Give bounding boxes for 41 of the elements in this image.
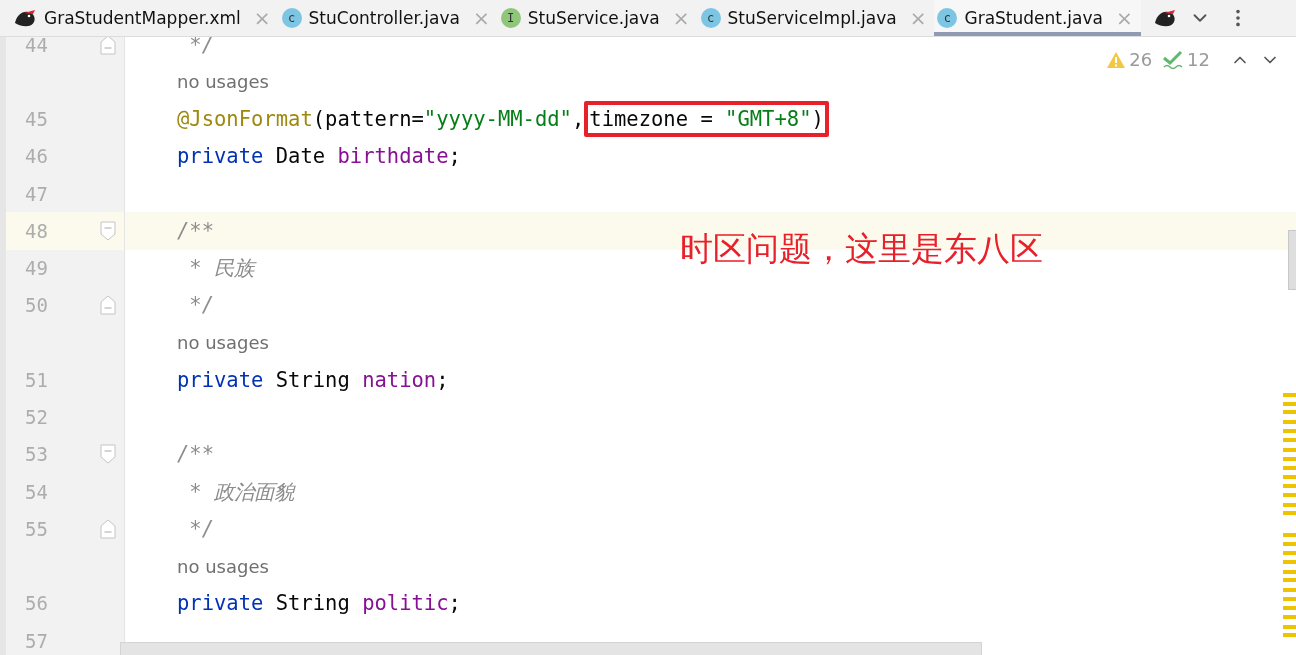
class-icon: c [937, 8, 958, 28]
code-text: /** [177, 218, 215, 243]
class-icon: c [281, 8, 302, 28]
code-text: */ [188, 516, 215, 541]
annotation-text: 时区问题，这里是东八区 [680, 228, 1043, 270]
editor-tab[interactable]: c StuController.java × [278, 0, 498, 36]
code-text: private Date birthdate; [177, 144, 461, 169]
usage-hint[interactable]: no usages [177, 71, 269, 93]
code-text: private String politic; [177, 591, 461, 616]
line-number: 47 [25, 182, 48, 205]
editor-tab[interactable]: GraStudentMapper.xml × [10, 0, 279, 36]
highlight-box: timezone = "GMT+8") [584, 101, 829, 138]
line-number: 49 [25, 257, 48, 280]
editor-tab[interactable]: I StuService.java × [497, 0, 698, 36]
typo-counter[interactable]: 12 [1162, 49, 1210, 70]
editor-tab[interactable]: c StuServiceImpl.java × [697, 0, 935, 36]
line-number: 51 [25, 368, 48, 391]
line-number: 44 [25, 37, 48, 56]
usage-hint[interactable]: no usages [177, 555, 269, 577]
line-number: 50 [25, 294, 48, 317]
class-icon: c [700, 8, 721, 28]
editor-tab[interactable]: c GraStudent.java × [934, 0, 1141, 36]
usage-hint[interactable]: no usages [177, 332, 269, 354]
interface-icon: I [500, 8, 521, 28]
line-number: 56 [25, 592, 48, 615]
code-text: /** [177, 442, 215, 467]
line-number: 53 [25, 443, 48, 466]
code-text: * 民族 [188, 255, 255, 283]
warning-counter[interactable]: 26 [1106, 49, 1153, 70]
code-text: private String nation; [177, 367, 449, 392]
code-text: */ [188, 293, 215, 318]
line-number: 54 [25, 480, 48, 503]
code-text: @JsonFormat(pattern="yyyy-MM-dd", [177, 107, 585, 132]
code-text: * 政治面貌 [188, 478, 295, 506]
code-text: */ [188, 37, 215, 57]
line-number: 46 [25, 145, 48, 168]
line-number: 45 [25, 108, 48, 131]
line-number: 55 [25, 517, 48, 540]
line-number: 48 [25, 219, 48, 242]
line-number: 52 [25, 406, 48, 429]
line-number: 57 [25, 629, 48, 652]
